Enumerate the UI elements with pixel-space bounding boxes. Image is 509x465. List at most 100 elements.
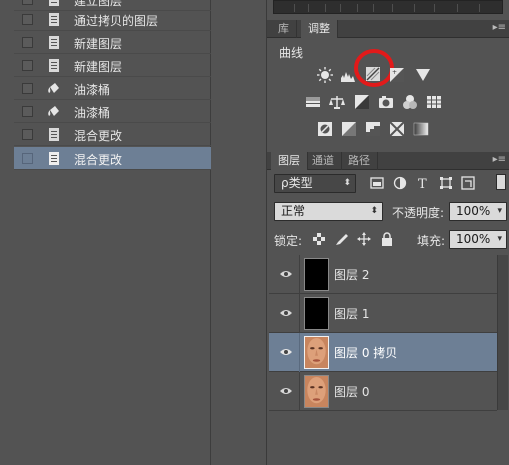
visibility-eye-icon[interactable]: [279, 346, 293, 358]
layer-row[interactable]: 图层 0 拷贝: [269, 333, 497, 372]
lock-transparent-pixels-icon[interactable]: [313, 233, 325, 245]
chevron-down-icon: ▾: [497, 206, 502, 216]
history-item-label: 油漆桶: [74, 106, 111, 120]
document-icon: [49, 128, 59, 141]
layer-row[interactable]: 图层 2: [269, 255, 497, 294]
layer-thumbnail: [304, 336, 329, 369]
svg-text:+: +: [392, 69, 397, 76]
layer-row[interactable]: 图层 0: [269, 372, 497, 411]
filter-shape-icon[interactable]: [439, 176, 453, 190]
lock-all-icon[interactable]: [380, 232, 394, 246]
tab-channels[interactable]: 通道: [305, 152, 342, 170]
layers-tab-bar: 图层 通道 路径 ▸≡: [267, 152, 509, 170]
layer-row[interactable]: 图层 1: [269, 294, 497, 333]
history-item[interactable]: 通过拷贝的图层: [14, 8, 211, 31]
layer-list: 图层 2 图层 1 图层 0 拷贝 图层 0: [269, 255, 497, 411]
panel-gutter: [211, 0, 268, 465]
chevron-down-icon: ▾: [497, 234, 502, 244]
exposure-icon[interactable]: +: [389, 67, 405, 83]
document-icon: [49, 59, 59, 72]
tab-paths[interactable]: 路径: [341, 152, 378, 170]
panel-menu-icon[interactable]: ▸≡: [493, 154, 506, 165]
history-item[interactable]: 油漆桶: [14, 100, 211, 123]
vibrance-icon[interactable]: [415, 67, 431, 83]
invert-icon[interactable]: [317, 121, 333, 137]
selective-color-icon[interactable]: [389, 121, 405, 137]
color-balance-icon[interactable]: [329, 94, 345, 110]
visibility-eye-icon[interactable]: [279, 268, 293, 280]
tab-layers[interactable]: 图层: [271, 152, 308, 170]
opacity-label: 不透明度:: [392, 206, 445, 220]
lock-image-pixels-icon[interactable]: [335, 232, 349, 246]
black-white-icon[interactable]: [354, 94, 370, 110]
snapshot-checkbox[interactable]: [22, 129, 33, 140]
layer-thumbnail: [304, 297, 329, 330]
history-item[interactable]: 混合更改: [14, 147, 211, 170]
right-dock: 库 调整 ▸≡ 曲线 + 图层 通道 路径 ▸≡ ρ类型 ⬍ T 正常 ⬍ 不透…: [266, 0, 509, 465]
opacity-value: 100%: [456, 204, 491, 218]
layers-scrollbar[interactable]: [497, 255, 508, 410]
filter-adjustment-icon[interactable]: [393, 176, 407, 190]
filter-toggle-switch[interactable]: [496, 174, 506, 190]
history-item-label: 新建图层: [74, 60, 123, 74]
snapshot-checkbox[interactable]: [22, 83, 33, 94]
history-item-label: 新建图层: [74, 37, 123, 51]
lock-position-icon[interactable]: [357, 232, 371, 246]
adjustments-tab-bar: 库 调整 ▸≡: [267, 20, 509, 38]
blend-mode-value: 正常: [281, 204, 306, 218]
photo-filter-icon[interactable]: [378, 94, 394, 110]
snapshot-checkbox[interactable]: [22, 60, 33, 71]
filter-smart-object-icon[interactable]: [461, 176, 475, 190]
document-icon: [49, 13, 59, 26]
history-item[interactable]: 油漆桶: [14, 77, 211, 100]
brightness-contrast-icon[interactable]: [317, 67, 333, 83]
tab-adjustments[interactable]: 调整: [301, 20, 338, 38]
snapshot-checkbox[interactable]: [22, 106, 33, 117]
posterize-icon[interactable]: [341, 121, 357, 137]
history-item-label: 油漆桶: [74, 83, 111, 97]
fill-label: 填充:: [417, 234, 446, 248]
layer-thumbnail: [304, 258, 329, 291]
color-lookup-icon[interactable]: [426, 94, 442, 110]
svg-text:T: T: [418, 177, 427, 190]
chevron-updown-icon: ⬍: [370, 206, 378, 216]
layer-thumbnail: [304, 375, 329, 408]
paint-bucket-icon: [48, 83, 59, 93]
visibility-eye-icon[interactable]: [279, 307, 293, 319]
fill-field[interactable]: 100% ▾: [449, 230, 507, 249]
snapshot-checkbox[interactable]: [22, 153, 33, 164]
gradient-map-icon[interactable]: [413, 121, 429, 137]
filter-pixel-icon[interactable]: [370, 176, 384, 190]
fill-value: 100%: [456, 232, 491, 246]
layer-name: 图层 2: [334, 268, 370, 282]
document-icon: [49, 36, 59, 49]
channel-mixer-icon[interactable]: [402, 94, 418, 110]
layer-name: 图层 1: [334, 307, 370, 321]
chevron-updown-icon: ⬍: [343, 178, 351, 188]
threshold-icon[interactable]: [365, 121, 381, 137]
layer-name: 图层 0: [334, 385, 370, 399]
lock-label: 锁定:: [274, 234, 303, 248]
hue-saturation-icon[interactable]: [305, 94, 321, 110]
layer-name: 图层 0 拷贝: [334, 346, 398, 360]
history-item[interactable]: 混合更改: [14, 123, 211, 146]
document-icon: [49, 0, 59, 6]
history-panel: 建立图层 通过拷贝的图层 新建图层 新建图层 油漆桶 油漆桶 混合更改 混合更改: [14, 0, 211, 465]
paint-bucket-icon: [48, 106, 59, 116]
history-item[interactable]: 新建图层: [14, 54, 211, 77]
layer-filter-select[interactable]: ρ类型 ⬍: [274, 174, 356, 193]
visibility-eye-icon[interactable]: [279, 385, 293, 397]
history-item-label: 混合更改: [74, 153, 123, 167]
opacity-field[interactable]: 100% ▾: [449, 202, 507, 221]
document-icon: [49, 152, 59, 165]
blend-mode-select[interactable]: 正常 ⬍: [274, 202, 383, 221]
filter-type-icon[interactable]: T: [416, 176, 430, 190]
snapshot-checkbox[interactable]: [22, 0, 33, 5]
snapshot-checkbox[interactable]: [22, 14, 33, 25]
histogram-strip: [273, 0, 503, 14]
tab-libraries[interactable]: 库: [271, 20, 297, 38]
panel-menu-icon[interactable]: ▸≡: [493, 22, 506, 33]
snapshot-checkbox[interactable]: [22, 37, 33, 48]
history-item-label: 混合更改: [74, 129, 123, 143]
history-item[interactable]: 新建图层: [14, 31, 211, 54]
